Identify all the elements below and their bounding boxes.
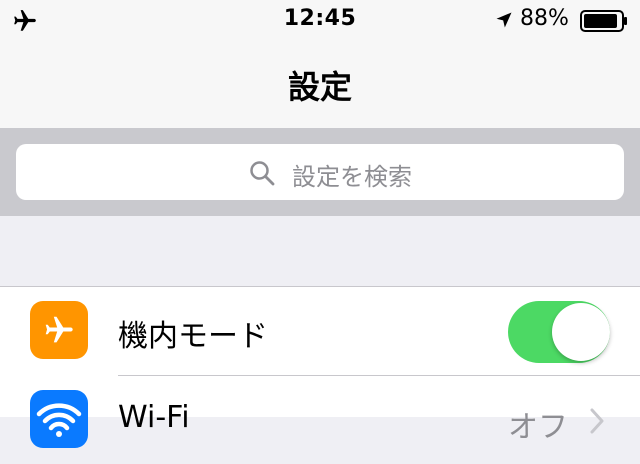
page-title: 設定 — [287, 68, 352, 106]
airplane-mode-toggle[interactable] — [508, 301, 610, 363]
toggle-knob — [552, 303, 610, 361]
battery-percent: 88% — [520, 6, 569, 31]
search-area: 設定を検索 — [0, 128, 640, 216]
airplane-mode-label: 機内モード — [118, 319, 268, 354]
settings-row-wifi[interactable]: Wi-Fi オフ — [0, 376, 640, 464]
navigation-bar: 設定 — [0, 40, 640, 128]
settings-row-airplane-mode[interactable]: 機内モード — [0, 287, 640, 376]
location-arrow-icon — [496, 12, 512, 28]
search-icon — [250, 161, 275, 186]
airplane-mode-icon — [30, 301, 88, 359]
wifi-status-value: オフ — [508, 410, 568, 445]
status-bar: 12:45 88% — [0, 0, 640, 40]
wifi-label: Wi-Fi — [118, 400, 190, 435]
battery-icon — [580, 10, 627, 32]
search-placeholder: 設定を検索 — [292, 163, 412, 191]
search-input[interactable]: 設定を検索 — [16, 144, 624, 200]
settings-list: 機内モード Wi-Fi オフ — [0, 286, 640, 448]
section-spacer — [0, 216, 640, 286]
chevron-right-icon — [590, 408, 604, 434]
wifi-icon — [30, 390, 88, 448]
